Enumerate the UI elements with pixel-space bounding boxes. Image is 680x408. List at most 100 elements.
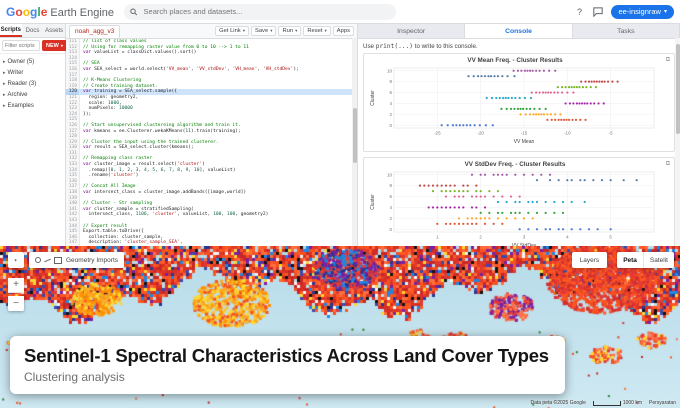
tree-item-archive[interactable]: ▸ Archive xyxy=(0,89,65,100)
tab-assets[interactable]: Assets xyxy=(43,24,65,37)
geometry-imports-button[interactable]: Geometry Imports xyxy=(29,252,125,268)
tab-inspector[interactable]: Inspector xyxy=(358,24,466,38)
google-earth-engine-logo[interactable]: Google Earth Engine xyxy=(6,5,114,19)
get-link-button[interactable]: Get Link ▾ xyxy=(215,26,249,36)
layers-button[interactable]: Layers xyxy=(571,252,608,268)
svg-text:10: 10 xyxy=(387,68,393,73)
workspace-panels: ScriptsDocsAssets NEW ▾ ▸Owner (5)▸Write… xyxy=(0,24,680,246)
terms-link[interactable]: Persyaratan xyxy=(649,400,676,406)
point-tool-icon[interactable] xyxy=(35,257,41,263)
help-icon[interactable]: ? xyxy=(573,6,585,18)
chevron-down-icon: ▾ xyxy=(663,9,667,15)
code-text: var kmeans = ee.Clusterer.wekaKMeans(11)… xyxy=(83,128,241,134)
chevron-down-icon: ▾ xyxy=(60,43,63,48)
svg-text:6: 6 xyxy=(389,90,392,95)
map-type-button-satellite[interactable]: Satelit xyxy=(642,252,674,268)
svg-text:-25: -25 xyxy=(434,131,441,136)
disclosure-icon[interactable]: ▸ xyxy=(3,103,6,109)
scale-label: 1000 km xyxy=(622,400,643,406)
disclosure-icon[interactable]: ▸ xyxy=(3,81,6,87)
reset-button[interactable]: Reset ▾ xyxy=(303,26,331,36)
profile-label: ee-insignraw xyxy=(618,7,661,16)
new-script-button[interactable]: NEW ▾ xyxy=(42,40,67,51)
svg-text:6: 6 xyxy=(389,194,392,199)
expand-chart-icon[interactable]: ⧉ xyxy=(662,57,670,64)
svg-text:-5: -5 xyxy=(609,131,613,136)
run-button[interactable]: Run ▾ xyxy=(278,26,302,36)
chart-card: VV Mean Freq. - Cluster Results ⧉ -25 -20 -1… xyxy=(363,53,675,152)
filter-scripts-input[interactable] xyxy=(2,40,40,51)
tree-item-reader-3-[interactable]: ▸ Reader (3) xyxy=(0,78,65,89)
svg-text:10: 10 xyxy=(387,172,393,177)
code-text: .rename('cluster') xyxy=(83,173,139,179)
chevron-down-icon: ▾ xyxy=(324,28,327,33)
topbar-actions: ? ee-insignraw ▾ xyxy=(573,4,674,19)
disclosure-icon[interactable]: ▸ xyxy=(3,59,6,65)
code-text: var result = SEA_select.cluster(kmeans); xyxy=(83,145,194,151)
polygon-tool-icon[interactable] xyxy=(54,256,62,264)
caption-subtitle: Clustering analysis xyxy=(24,370,125,384)
scrollbar-thumb[interactable] xyxy=(675,44,680,134)
left-panel-tabs: Scripts Docs Assets xyxy=(0,24,65,38)
svg-text:4: 4 xyxy=(566,235,569,240)
svg-text:2: 2 xyxy=(389,216,392,221)
tree-item-examples[interactable]: ▸ Examples xyxy=(0,100,65,111)
script-tree: ▸ Owner (5) ▸ Writer ▸ Reader (3) ▸ Archive ▸ Exa… xyxy=(0,54,65,113)
editor-scrollbar[interactable] xyxy=(352,38,357,246)
scrollbar-thumb[interactable] xyxy=(352,108,357,163)
zoom-out-button[interactable]: − xyxy=(8,295,24,311)
map-drawing-tools: Geometry Imports xyxy=(8,252,125,268)
tab-tasks[interactable]: Tasks xyxy=(573,24,680,38)
code-text: var intersect_class = cluster_image.addB… xyxy=(83,190,247,196)
button-label: Reset xyxy=(307,28,323,34)
code-editor-panel: noah_agg_v3 Get Link ▾ Save ▾ Run ▾ Reset ▾ Apps… xyxy=(66,24,358,246)
cursor-icon xyxy=(14,258,18,262)
expand-chart-icon[interactable]: ⧉ xyxy=(662,161,670,168)
tab-console[interactable]: Console xyxy=(465,24,573,38)
disclosure-icon[interactable]: ▸ xyxy=(3,70,6,76)
new-button-label: NEW xyxy=(46,42,59,49)
editor-toolbar: noah_agg_v3 Get Link ▾ Save ▾ Run ▾ Reset ▾ Apps xyxy=(66,24,357,39)
code-text: var valueList = classDict.values().sort(… xyxy=(83,50,197,56)
feedback-icon[interactable] xyxy=(592,6,604,18)
svg-text:2: 2 xyxy=(479,235,482,240)
pan-tool-button[interactable] xyxy=(8,252,24,268)
search-input[interactable] xyxy=(141,6,391,17)
profile-button[interactable]: ee-insignraw ▾ xyxy=(611,4,674,19)
tree-item-label: Reader (3) xyxy=(7,80,37,87)
map-type-button-map[interactable]: Peta xyxy=(617,252,643,268)
scatter-plot: -25 -20 -15 -10 -5 0 2 4 6 8 10 VV Mean Cluster xyxy=(370,67,655,145)
apps-button[interactable]: Apps xyxy=(332,26,354,36)
zoom-in-button[interactable]: + xyxy=(8,277,24,293)
line-tool-icon[interactable] xyxy=(44,258,51,262)
button-label: Run xyxy=(282,28,294,34)
tree-item-label: Archive xyxy=(7,91,28,98)
tree-item-owner-5-[interactable]: ▸ Owner (5) xyxy=(0,56,65,67)
disclosure-icon[interactable]: ▸ xyxy=(3,92,6,98)
zoom-control: + − xyxy=(8,274,24,311)
tree-item-writer[interactable]: ▸ Writer xyxy=(0,67,65,78)
save-button[interactable]: Save ▾ xyxy=(250,26,277,36)
product-name: Earth Engine xyxy=(50,6,115,19)
code-text: var SEA_select = world.select('VV_mean',… xyxy=(83,66,299,72)
map-attribution-bar: Data peta ©2025 Google 1000 km Persyarat… xyxy=(530,400,676,406)
button-label: Save xyxy=(254,28,269,34)
search-icon xyxy=(130,8,138,15)
svg-text:4: 4 xyxy=(389,101,392,106)
chart-card: VV StdDev Freq. - Cluster Results ⧉ 1 2 3 4 5 0… xyxy=(363,157,675,246)
code-editor[interactable]: 111// list of class values 112// Using fo… xyxy=(66,39,357,246)
console-output: Use print(...) to write to this console.… xyxy=(358,39,680,246)
scripts-panel: ScriptsDocsAssets NEW ▾ ▸Owner (5)▸Write… xyxy=(0,24,67,246)
svg-text:Cluster: Cluster xyxy=(370,90,376,106)
tab-scripts[interactable]: Scripts xyxy=(0,24,22,37)
chart-title: VV Mean Freq. - Cluster Results xyxy=(467,57,563,64)
editor-buttons: Get Link ▾ Save ▾ Run ▾ Reset ▾ Apps xyxy=(215,26,354,36)
earth-engine-app: Google Earth Engine ? ee-insignraw ▾ Scr… xyxy=(0,0,680,408)
svg-text:3: 3 xyxy=(523,235,526,240)
console-scrollbar[interactable] xyxy=(675,38,680,246)
console-charts: VV Mean Freq. - Cluster Results ⧉ -25 -20 -1… xyxy=(362,53,676,246)
file-tab[interactable]: noah_agg_v3 xyxy=(69,24,121,38)
tree-item-label: Writer xyxy=(7,69,24,76)
tab-docs[interactable]: Docs xyxy=(22,24,44,37)
search-box[interactable] xyxy=(124,3,397,20)
